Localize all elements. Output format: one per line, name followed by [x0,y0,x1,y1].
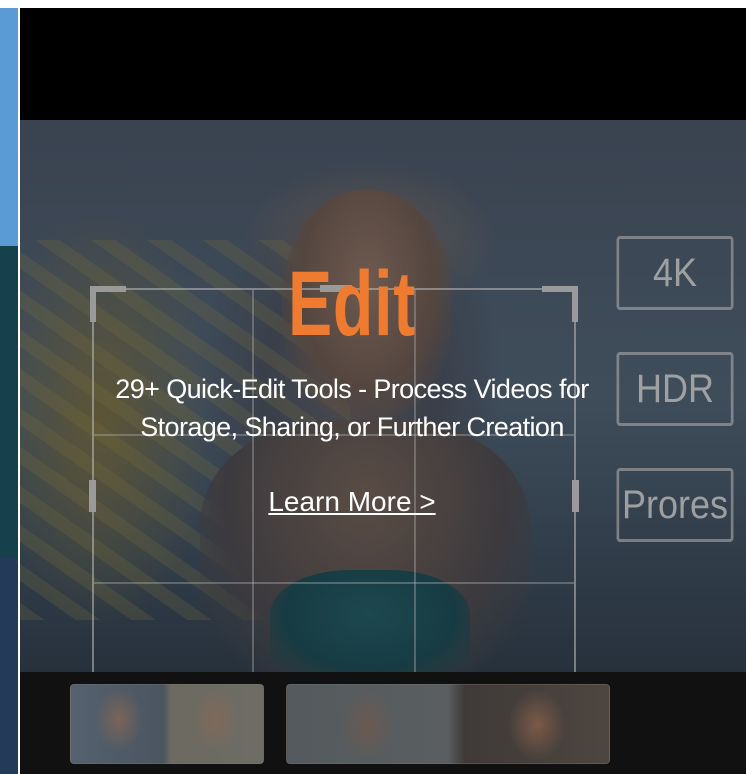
badge-4k: 4K [616,236,734,310]
badge-prores: Prores [616,468,734,542]
hero-headline: Edit [287,253,416,355]
badge-hdr-label: HDR [635,366,714,411]
thumbnail-clip-2[interactable] [286,684,610,764]
badge-4k-label: 4K [652,250,698,295]
badge-hdr: HDR [616,352,734,426]
feature-card-edit[interactable]: 4K HDR Prores Edit 29+ Quick-Edit Tools … [20,8,746,774]
learn-more-link[interactable]: Learn More > [268,486,435,518]
hero-description: 29+ Quick-Edit Tools - Process Videos fo… [115,374,589,442]
thumbnail-strip [20,672,746,774]
crop-grid-line-horizontal-2 [94,582,574,584]
hero-text-overlay: Edit 29+ Quick-Edit Tools - Process Vide… [104,256,600,518]
left-strip-segment-bottom [0,558,18,774]
crop-handle-left[interactable] [89,480,96,512]
badge-prores-label: Prores [621,482,729,527]
thumbnail-clip-1[interactable] [70,684,264,764]
left-accent-strip [0,8,18,774]
left-strip-segment-middle [0,246,18,558]
left-strip-segment-top [0,8,18,246]
